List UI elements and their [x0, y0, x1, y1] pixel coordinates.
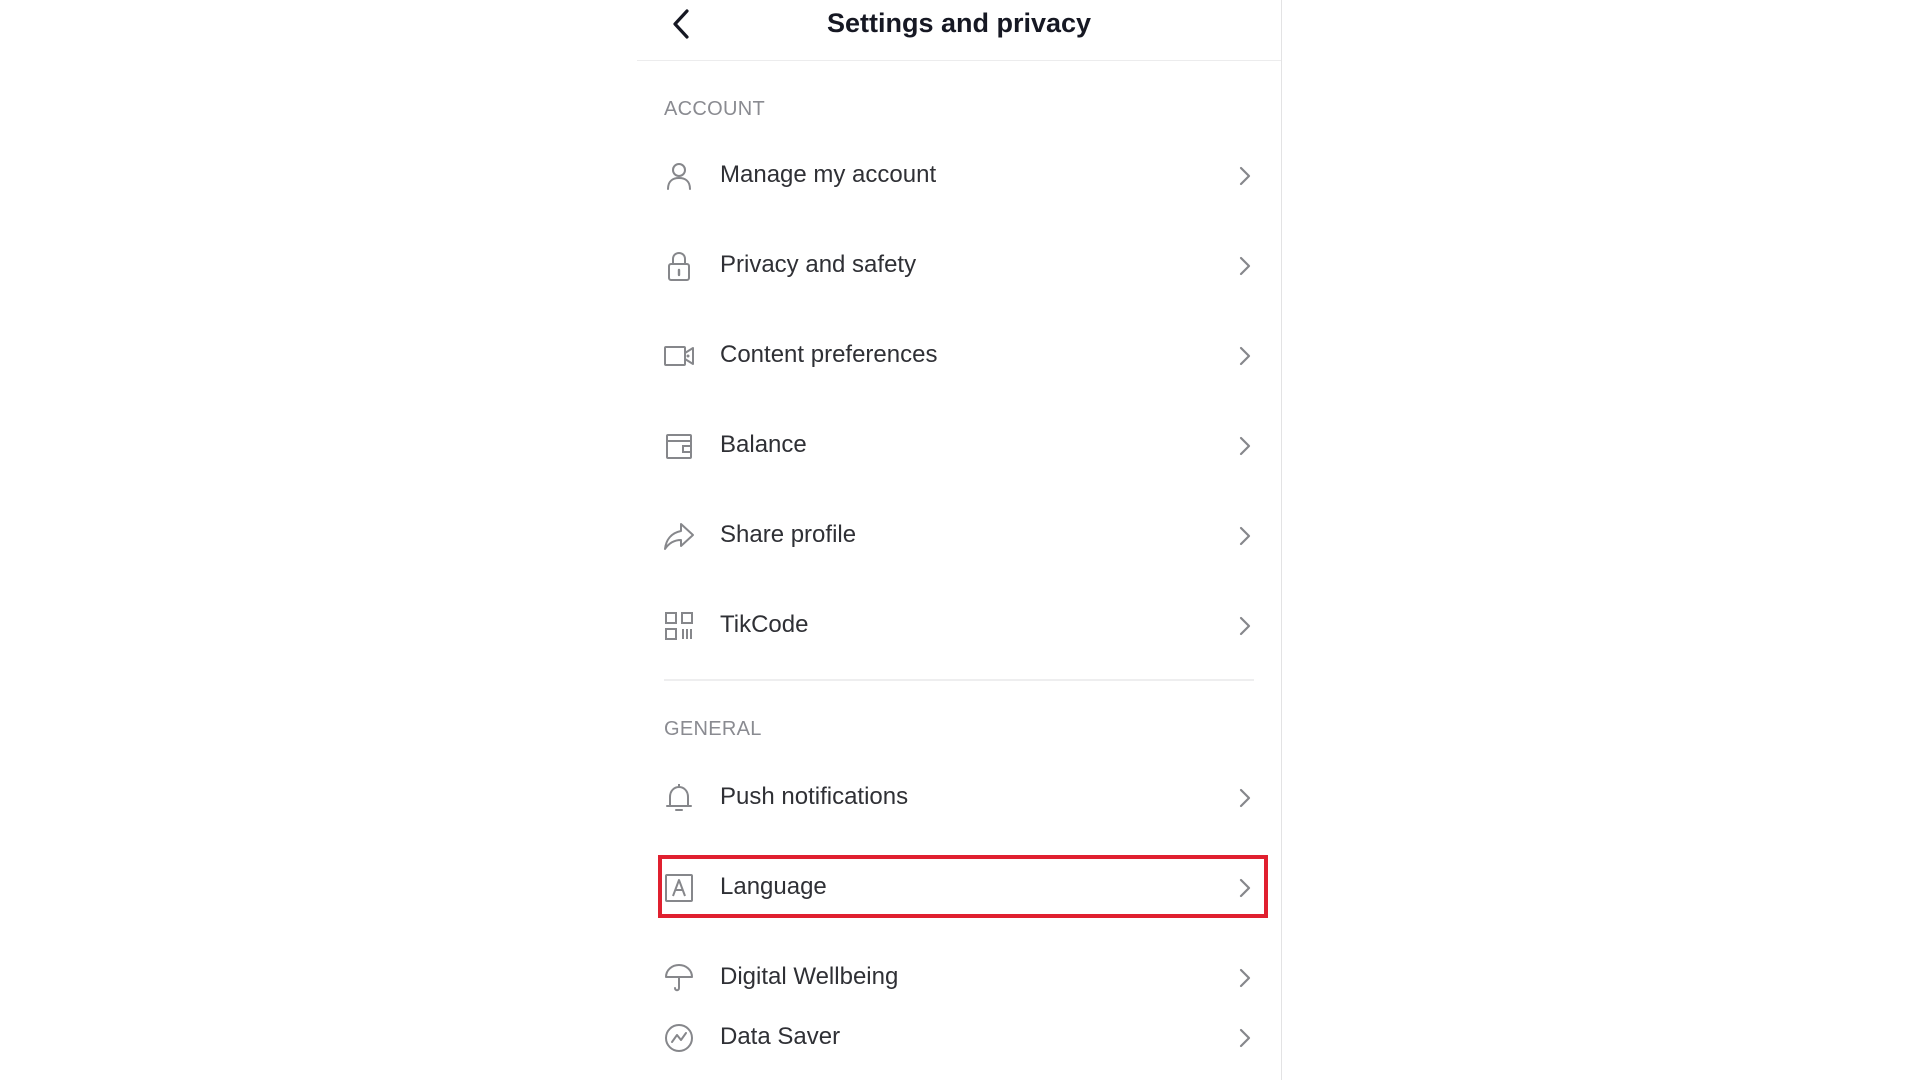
settings-screen: Settings and privacy ACCOUNT Manage my a…	[637, 0, 1282, 1080]
menu-item-label: Balance	[720, 431, 807, 458]
menu-item-balance[interactable]: Balance	[657, 410, 1261, 480]
chevron-right-icon	[1237, 254, 1253, 278]
menu-item-tikcode[interactable]: TikCode	[657, 590, 1261, 660]
chevron-right-icon	[1237, 524, 1253, 548]
chevron-left-icon	[673, 9, 689, 39]
language-a-icon	[663, 872, 695, 904]
chevron-right-icon	[1237, 614, 1253, 638]
video-camera-icon	[663, 340, 695, 372]
bell-icon	[663, 782, 695, 814]
page-title: Settings and privacy	[826, 8, 1092, 38]
chevron-right-icon	[1237, 164, 1253, 188]
data-saver-icon	[663, 1022, 695, 1054]
share-arrow-icon	[663, 520, 695, 552]
menu-item-label: Privacy and safety	[720, 251, 917, 278]
menu-item-label: TikCode	[720, 611, 809, 638]
menu-item-label: Content preferences	[720, 341, 938, 368]
menu-item-privacy-and-safety[interactable]: Privacy and safety	[657, 230, 1261, 300]
section-label-general: GENERAL	[664, 718, 762, 740]
chevron-right-icon	[1237, 434, 1253, 458]
lock-icon	[663, 250, 695, 282]
menu-item-push-notifications[interactable]: Push notifications	[657, 762, 1261, 832]
menu-item-label: Manage my account	[720, 161, 937, 188]
chevron-right-icon	[1237, 876, 1253, 900]
header-bar: Settings and privacy	[637, 0, 1281, 61]
chevron-right-icon	[1237, 1026, 1253, 1050]
section-label-account: ACCOUNT	[664, 98, 765, 120]
menu-item-label: Share profile	[720, 521, 857, 548]
wallet-icon	[663, 430, 695, 462]
back-button[interactable]	[663, 4, 699, 44]
menu-item-language[interactable]: Language	[657, 852, 1261, 922]
menu-item-content-preferences[interactable]: Content preferences	[657, 320, 1261, 390]
menu-item-share-profile[interactable]: Share profile	[657, 500, 1261, 570]
chevron-right-icon	[1237, 786, 1253, 810]
chevron-right-icon	[1237, 344, 1253, 368]
menu-item-label: Language	[720, 873, 827, 900]
menu-item-manage-my-account[interactable]: Manage my account	[657, 140, 1261, 210]
umbrella-icon	[663, 962, 695, 994]
qr-code-icon	[663, 610, 695, 642]
menu-item-label: Data Saver	[720, 1023, 841, 1050]
section-divider	[664, 679, 1254, 681]
chevron-right-icon	[1237, 966, 1253, 990]
menu-item-data-saver[interactable]: Data Saver	[657, 1002, 1261, 1072]
person-icon	[663, 160, 695, 192]
menu-item-label: Push notifications	[720, 783, 909, 810]
